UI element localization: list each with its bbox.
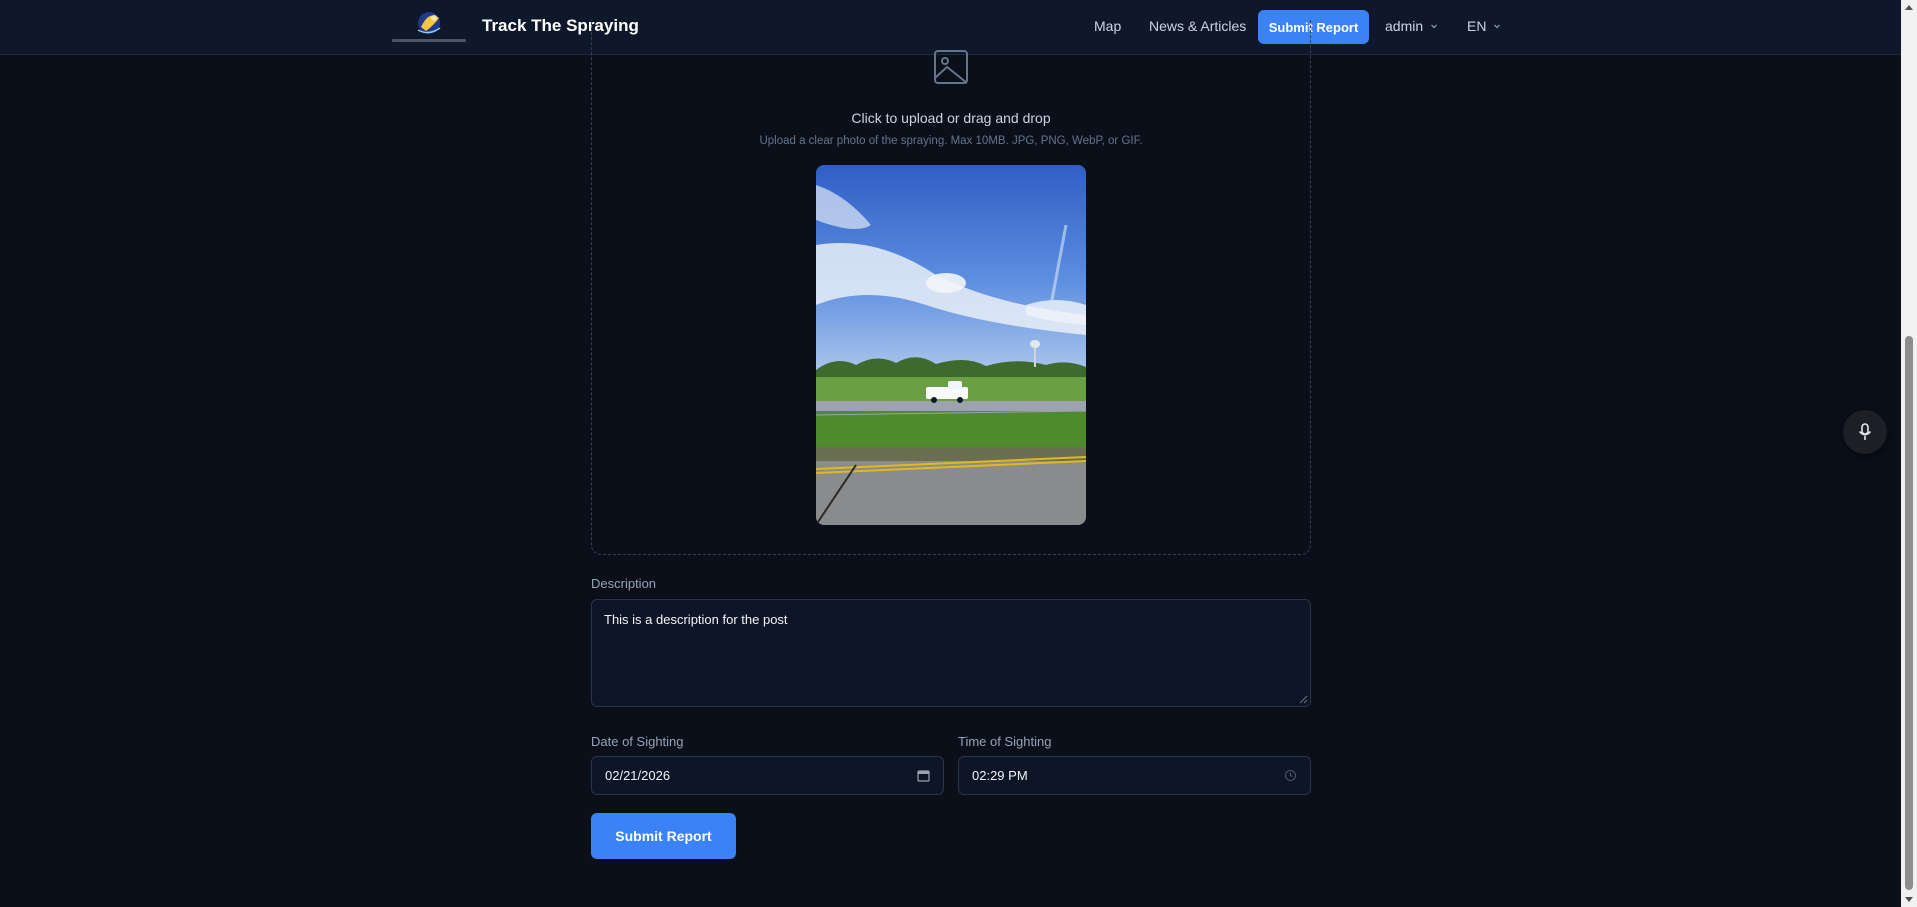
- date-input[interactable]: 02/21/2026: [591, 756, 944, 795]
- scrollbar-thumb[interactable]: [1905, 336, 1913, 890]
- chevron-down-icon: [1494, 24, 1501, 29]
- language-dropdown[interactable]: EN: [1467, 18, 1501, 34]
- logo[interactable]: [388, 6, 470, 46]
- scroll-up-icon[interactable]: [1905, 4, 1913, 12]
- description-label: Description: [591, 576, 657, 591]
- resize-handle-icon[interactable]: [1299, 695, 1308, 704]
- date-value: 02/21/2026: [605, 768, 671, 783]
- scroll-down-icon[interactable]: [1905, 895, 1913, 903]
- description-value: This is a description for the post: [604, 612, 788, 627]
- image-icon: [934, 50, 968, 84]
- voice-input-button[interactable]: [1843, 410, 1887, 454]
- user-menu-dropdown[interactable]: admin: [1385, 18, 1438, 34]
- chevron-down-icon: [1431, 24, 1438, 29]
- time-value: 02:29 PM: [972, 768, 1028, 783]
- calendar-icon[interactable]: [917, 769, 930, 782]
- time-input[interactable]: 02:29 PM: [958, 756, 1311, 795]
- time-label: Time of Sighting: [958, 734, 1052, 749]
- date-label: Date of Sighting: [591, 734, 684, 749]
- clock-icon[interactable]: [1284, 769, 1297, 782]
- upload-hint: Upload a clear photo of the spraying. Ma…: [759, 135, 1143, 147]
- submit-report-button[interactable]: Submit Report: [591, 813, 736, 859]
- uploaded-photo-preview: [816, 165, 1086, 525]
- description-textarea[interactable]: This is a description for the post: [591, 599, 1311, 707]
- upload-title: Click to upload or drag and drop: [851, 110, 1051, 126]
- language-label: EN: [1467, 18, 1487, 34]
- user-menu-label: admin: [1385, 18, 1424, 34]
- page-scrollbar[interactable]: [1901, 0, 1917, 907]
- microphone-icon: [1858, 423, 1872, 440]
